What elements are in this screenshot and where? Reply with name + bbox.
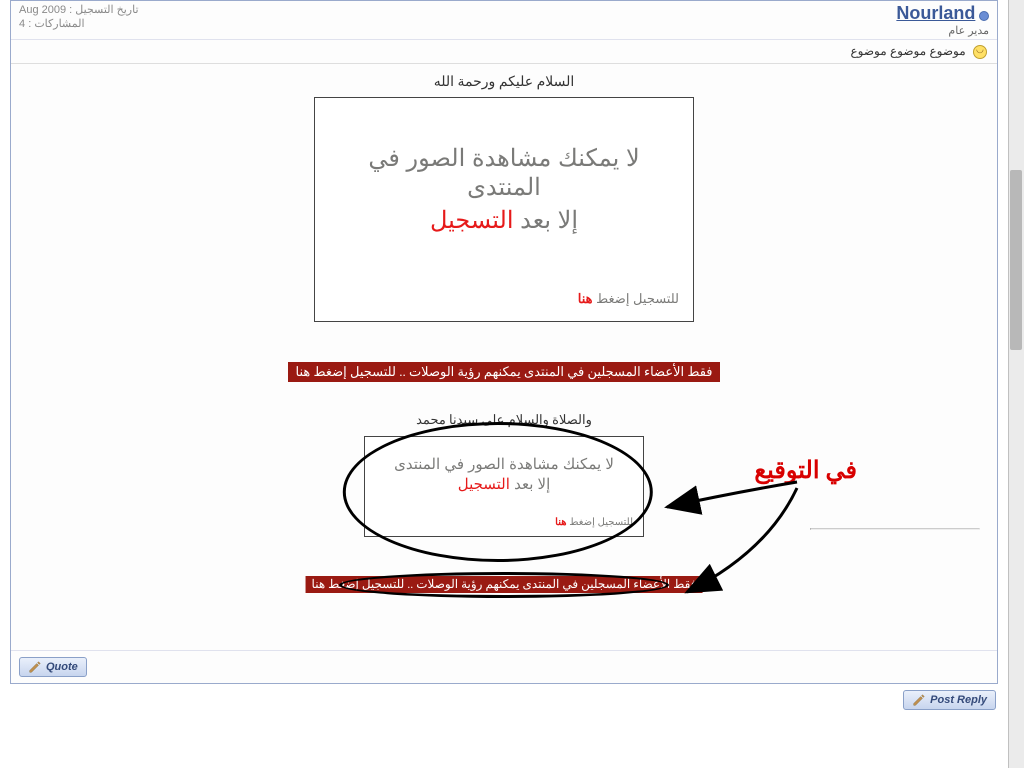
reply-icon xyxy=(912,693,926,707)
notice-line2: إلا بعد التسجيل xyxy=(329,206,679,235)
post-title-row: موضوع موضوع موضوع xyxy=(11,40,997,64)
post-title: موضوع موضوع موضوع xyxy=(850,44,965,58)
page-wrapper: Nourland مدير عام Aug 2009 : تاريخ التسج… xyxy=(0,0,1008,768)
notice-line1: لا يمكنك مشاهدة الصور في المنتدى xyxy=(329,144,679,202)
post-body: السلام عليكم ورحمة الله لا يمكنك مشاهدة … xyxy=(11,64,997,650)
cta-here: هنا xyxy=(578,291,593,306)
smile-icon xyxy=(973,45,987,59)
quote-icon xyxy=(28,660,42,674)
image-placeholder-big: لا يمكنك مشاهدة الصور في المنتدى إلا بعد… xyxy=(314,97,694,322)
signature-area: لا يمكنك مشاهدة الصور في المنتدى إلا بعد… xyxy=(31,436,977,636)
scroll-thumb[interactable] xyxy=(1010,170,1022,350)
annotation-label: في التوقيع xyxy=(754,456,857,485)
notice-line2-a: إلا بعد xyxy=(520,207,578,234)
username-link[interactable]: Nourland xyxy=(896,3,975,23)
quote-button-label: Quote xyxy=(46,661,78,673)
annotation-circle-2 xyxy=(339,572,669,598)
page-scrollbar[interactable] xyxy=(1008,0,1024,768)
join-date-row: Aug 2009 : تاريخ التسجيل xyxy=(19,3,139,17)
post-count-label: المشاركات xyxy=(34,18,84,30)
register-cta[interactable]: للتسجيل إضغط هنا xyxy=(329,291,679,307)
post-footer: Quote xyxy=(11,650,997,683)
post-count-row: 4 : المشاركات xyxy=(19,17,139,31)
user-block: Nourland مدير عام xyxy=(896,3,989,37)
quote-button[interactable]: Quote xyxy=(19,657,87,677)
user-meta: Aug 2009 : تاريخ التسجيل 4 : المشاركات xyxy=(19,3,139,37)
cta-text: للتسجيل إضغط xyxy=(596,291,679,306)
notice-line2-b: التسجيل xyxy=(430,207,514,234)
post-reply-label: Post Reply xyxy=(930,694,987,706)
post-reply-button[interactable]: Post Reply xyxy=(903,690,996,710)
post-count-value: 4 xyxy=(19,18,25,30)
post-header: Nourland مدير عام Aug 2009 : تاريخ التسج… xyxy=(11,1,997,40)
annotation-circle-1 xyxy=(343,422,653,562)
join-date-label: تاريخ التسجيل xyxy=(75,4,138,16)
online-status-icon xyxy=(979,11,989,21)
members-only-bar[interactable]: فقط الأعضاء المسجلين في المنتدى يمكنهم ر… xyxy=(288,362,721,382)
join-date-value: Aug 2009 xyxy=(19,4,66,16)
greeting-text: السلام عليكم ورحمة الله xyxy=(31,74,977,91)
forum-post: Nourland مدير عام Aug 2009 : تاريخ التسج… xyxy=(10,0,998,684)
thread-actions: Post Reply xyxy=(10,684,998,710)
user-title: مدير عام xyxy=(896,24,989,37)
